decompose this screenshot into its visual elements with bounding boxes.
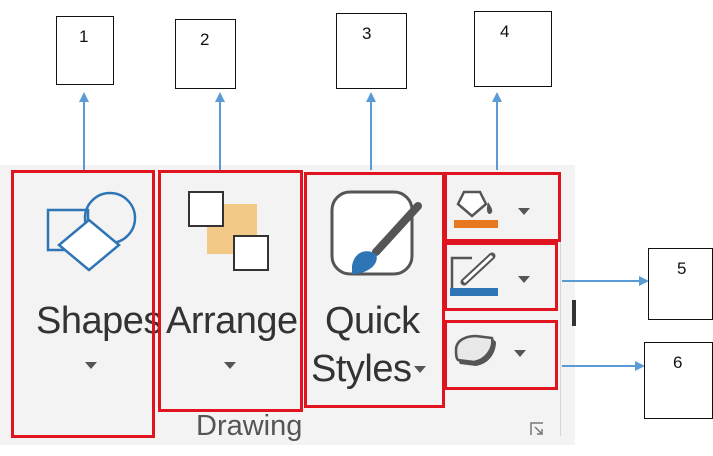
callout-box-2: 2: [175, 19, 236, 89]
callout-number-5: 5: [677, 259, 687, 278]
callout-number-6: 6: [673, 353, 683, 372]
callout-box-5: 5: [648, 248, 713, 320]
callout-number-4: 4: [500, 22, 510, 41]
callout-box-1: 1: [56, 16, 114, 85]
callout-box-3: 3: [336, 13, 407, 89]
callout-number-2: 2: [200, 30, 210, 49]
callout-box-6: 6: [644, 342, 713, 419]
callout-number-1: 1: [79, 27, 89, 46]
callout-box-4: 4: [474, 11, 552, 87]
callout-number-3: 3: [362, 24, 372, 43]
